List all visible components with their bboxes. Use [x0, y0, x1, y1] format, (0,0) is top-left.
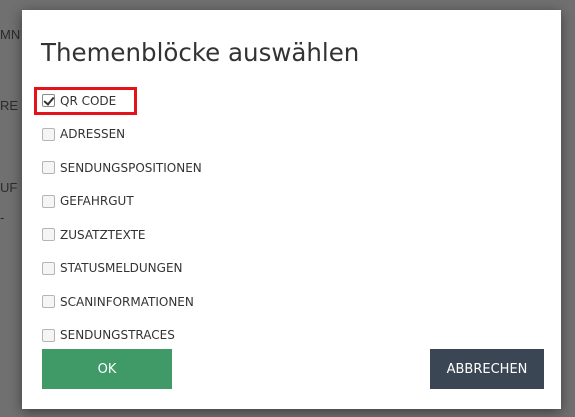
option-label: QR CODE — [60, 93, 117, 108]
option-gefahrgut[interactable]: GEFAHRGUT — [42, 185, 202, 219]
background-text-fragment: RE — [0, 98, 19, 113]
option-sendungspositionen[interactable]: SENDUNGSPOSITIONEN — [42, 151, 202, 185]
adressen-checkbox[interactable] — [42, 127, 55, 141]
option-statusmeldungen[interactable]: STATUSMELDUNGEN — [42, 252, 202, 286]
option-scaninformationen[interactable]: SCANINFORMATIONEN — [42, 285, 202, 319]
option-label: ADRESSEN — [60, 127, 126, 142]
background-text-fragment: UF — [0, 180, 18, 195]
statusmeldungen-checkbox[interactable] — [42, 261, 55, 275]
scaninformationen-checkbox[interactable] — [42, 295, 55, 309]
background-text-fragment: MN — [0, 27, 21, 42]
option-qr-code[interactable]: QR CODE — [34, 84, 202, 118]
zusatztexte-checkbox[interactable] — [42, 228, 55, 242]
option-label: SCANINFORMATIONEN — [60, 294, 194, 309]
qr-code-checkbox[interactable] — [42, 94, 55, 108]
topic-option-list: QR CODE ADRESSEN SENDUNGSPOSITIONEN GEFA… — [34, 84, 202, 353]
cancel-button[interactable]: ABBRECHEN — [430, 349, 544, 389]
option-label: STATUSMELDUNGEN — [60, 261, 183, 276]
option-label: ZUSATZTEXTE — [60, 227, 146, 242]
option-adressen[interactable]: ADRESSEN — [42, 118, 202, 152]
sendungstraces-checkbox[interactable] — [42, 328, 55, 342]
option-label: SENDUNGSTRACES — [60, 328, 175, 343]
option-label: GEFAHRGUT — [60, 194, 134, 209]
sendungspositionen-checkbox[interactable] — [42, 161, 55, 175]
topic-selection-dialog: Themenblöcke auswählen QR CODE ADRESSEN … — [22, 10, 561, 409]
background-text-fragment: - — [0, 210, 5, 225]
option-label: SENDUNGSPOSITIONEN — [60, 160, 202, 175]
gefahrgut-checkbox[interactable] — [42, 194, 55, 208]
option-sendungstraces[interactable]: SENDUNGSTRACES — [42, 319, 202, 353]
option-zusatztexte[interactable]: ZUSATZTEXTE — [42, 218, 202, 252]
ok-button[interactable]: OK — [42, 349, 172, 389]
dialog-title: Themenblöcke auswählen — [41, 38, 360, 67]
